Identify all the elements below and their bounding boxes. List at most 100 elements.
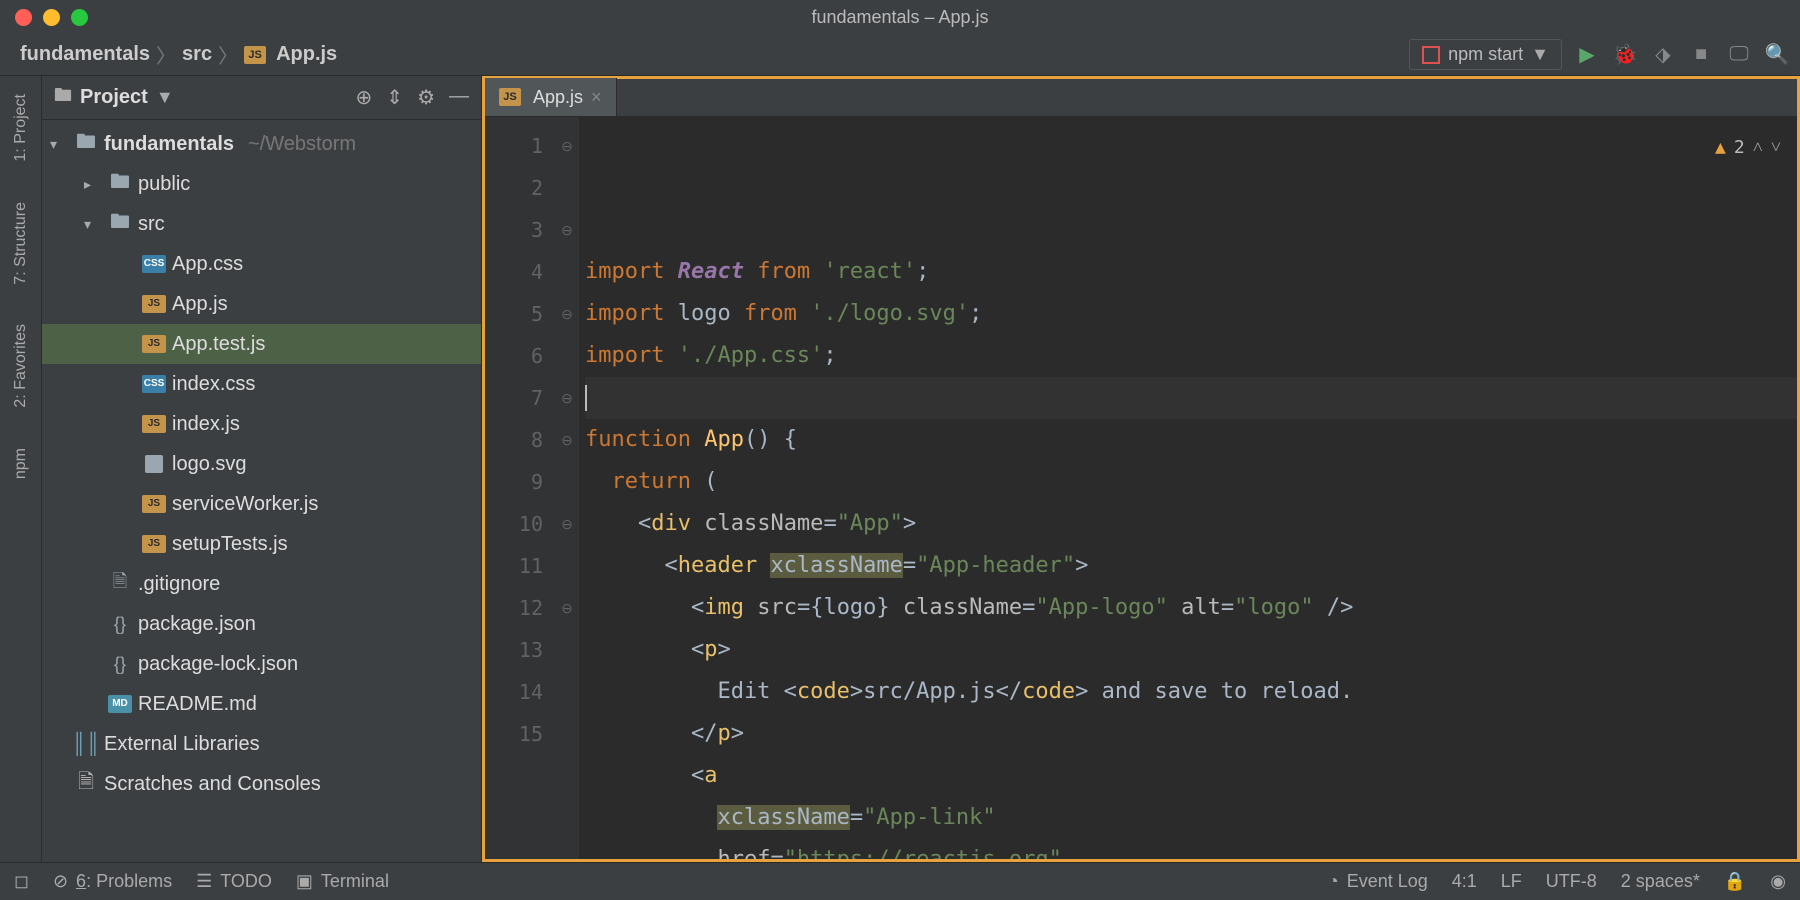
maximize-window-icon[interactable]: [71, 9, 88, 26]
todo-button[interactable]: ☰TODO: [196, 871, 272, 892]
tree-label: src: [138, 213, 165, 236]
terminal-button[interactable]: ▣Terminal: [296, 871, 389, 892]
tree-row[interactable]: 🗎Scratches and Consoles: [42, 764, 481, 804]
tree-label: App.test.js: [172, 333, 265, 356]
code-line[interactable]: import './App.css';: [585, 335, 1797, 377]
show-tool-icon[interactable]: ◻: [14, 871, 29, 892]
tree-row[interactable]: {}package.json: [42, 604, 481, 644]
css-file-icon: CSS: [142, 375, 166, 393]
tree-row[interactable]: JSindex.js: [42, 404, 481, 444]
chevron-down-icon: ▼: [1531, 44, 1549, 65]
folder-icon: 🖿: [76, 127, 96, 161]
svg-file-icon: [145, 455, 163, 473]
code-line[interactable]: <img src={logo} className="App-logo" alt…: [585, 587, 1797, 629]
update-button[interactable]: 🖵: [1726, 42, 1752, 68]
code-line[interactable]: xclassName="App-link": [585, 797, 1797, 839]
chevron-up-icon[interactable]: ˄: [1753, 127, 1763, 169]
tree-row[interactable]: ▾🖿src: [42, 204, 481, 244]
minimize-window-icon[interactable]: [43, 9, 60, 26]
css-file-icon: CSS: [142, 255, 166, 273]
breadcrumb-item[interactable]: fundamentals: [20, 43, 150, 66]
code-line[interactable]: import logo from './logo.svg';: [585, 293, 1797, 335]
breadcrumb-item[interactable]: src: [182, 43, 212, 66]
tree-row[interactable]: ║║External Libraries: [42, 724, 481, 764]
code-area[interactable]: ▲ 2 ˄ ˅ import React from 'react';import…: [579, 117, 1797, 859]
project-tree[interactable]: ▾🖿fundamentals~/Webstorm▸🖿public▾🖿srcCSS…: [42, 120, 481, 862]
stop-button[interactable]: ■: [1688, 42, 1714, 68]
panel-title[interactable]: Project: [80, 86, 148, 109]
search-button[interactable]: 🔍: [1764, 42, 1790, 68]
gear-icon[interactable]: ⚙: [417, 85, 435, 110]
indent-settings[interactable]: 2 spaces*: [1621, 871, 1700, 892]
tree-row[interactable]: ▸🖿public: [42, 164, 481, 204]
js-file-icon: JS: [142, 335, 166, 353]
code-line[interactable]: <p>: [585, 629, 1797, 671]
tree-arrow-icon[interactable]: ▸: [84, 176, 102, 193]
tree-row[interactable]: JS App.test.js: [42, 324, 481, 364]
code-line[interactable]: [585, 377, 1797, 419]
expand-all-icon[interactable]: ⇕: [386, 85, 403, 110]
editor[interactable]: 123456789101112131415 ⊖⊖⊖⊖⊖⊖⊖ ▲ 2 ˄ ˅ im…: [485, 117, 1797, 859]
tree-label: index.css: [172, 373, 255, 396]
tree-label: index.js: [172, 413, 240, 436]
tree-row[interactable]: 🗎.gitignore: [42, 564, 481, 604]
tree-row[interactable]: JSApp.js: [42, 284, 481, 324]
tree-arrow-icon[interactable]: ▾: [84, 216, 102, 233]
code-line[interactable]: </p>: [585, 713, 1797, 755]
close-icon[interactable]: ×: [591, 87, 602, 108]
tool-window-structure[interactable]: 7: Structure: [12, 192, 30, 295]
toolbar: fundamentals 〉 src 〉 JS App.js npm start…: [0, 34, 1800, 76]
tree-label: logo.svg: [172, 453, 247, 476]
tree-arrow-icon[interactable]: ▾: [50, 136, 68, 153]
tree-row[interactable]: CSS index.css: [42, 364, 481, 404]
line-gutter[interactable]: 123456789101112131415: [485, 117, 555, 859]
debug-button[interactable]: 🐞: [1612, 42, 1638, 68]
inspection-widget[interactable]: ▲ 2 ˄ ˅: [1715, 127, 1781, 169]
close-window-icon[interactable]: [15, 9, 32, 26]
coverage-button[interactable]: ⬗: [1650, 42, 1676, 68]
code-line[interactable]: <a: [585, 755, 1797, 797]
code-line[interactable]: <header xclassName="App-header">: [585, 545, 1797, 587]
js-file-icon: JS: [142, 495, 166, 513]
event-log-button[interactable]: ◔Event Log: [1328, 871, 1428, 892]
run-configuration-dropdown[interactable]: npm start ▼: [1409, 39, 1562, 70]
tree-row[interactable]: JSsetupTests.js: [42, 524, 481, 564]
chevron-down-icon[interactable]: ˅: [1771, 127, 1781, 169]
tree-row[interactable]: JS serviceWorker.js: [42, 484, 481, 524]
tree-row[interactable]: logo.svg: [42, 444, 481, 484]
locate-icon[interactable]: ⊕: [356, 85, 373, 110]
breadcrumb[interactable]: fundamentals 〉 src 〉 JS App.js: [10, 40, 337, 69]
hide-icon[interactable]: —: [449, 85, 469, 110]
titlebar: fundamentals – App.js: [0, 0, 1800, 34]
tree-row[interactable]: ▾🖿fundamentals~/Webstorm: [42, 124, 481, 164]
code-line[interactable]: Edit <code>src/App.js</code> and save to…: [585, 671, 1797, 713]
code-line[interactable]: <div className="App">: [585, 503, 1797, 545]
code-line[interactable]: function App() {: [585, 419, 1797, 461]
code-line[interactable]: href="https://reactjs.org": [585, 839, 1797, 859]
file-encoding[interactable]: UTF-8: [1546, 871, 1597, 892]
cursor-position[interactable]: 4:1: [1452, 871, 1477, 892]
lock-icon[interactable]: 🔒: [1724, 871, 1746, 892]
code-line[interactable]: return (: [585, 461, 1797, 503]
line-separator[interactable]: LF: [1501, 871, 1522, 892]
code-line[interactable]: import React from 'react';: [585, 251, 1797, 293]
run-button[interactable]: ▶: [1574, 42, 1600, 68]
memory-icon[interactable]: ◉: [1770, 871, 1786, 892]
tool-window-project[interactable]: 1: Project: [12, 84, 30, 172]
terminal-icon: ▣: [296, 871, 313, 892]
run-config-label: npm start: [1448, 44, 1523, 65]
tree-row[interactable]: MDREADME.md: [42, 684, 481, 724]
npm-icon: [1422, 46, 1440, 64]
editor-tab[interactable]: JS App.js ×: [485, 78, 617, 116]
tree-row[interactable]: {}package-lock.json: [42, 644, 481, 684]
tool-window-npm[interactable]: npm: [12, 438, 30, 489]
problems-button[interactable]: ⊘6: Problems: [53, 871, 172, 892]
tree-label: serviceWorker.js: [172, 493, 318, 516]
tool-window-favorites[interactable]: 2: Favorites: [12, 314, 30, 418]
text-cursor: [585, 385, 587, 411]
chevron-down-icon[interactable]: ▼: [156, 87, 174, 108]
tree-row[interactable]: CSSApp.css: [42, 244, 481, 284]
tree-label: fundamentals: [104, 133, 234, 156]
fold-gutter[interactable]: ⊖⊖⊖⊖⊖⊖⊖: [555, 117, 579, 859]
breadcrumb-item[interactable]: App.js: [276, 43, 337, 66]
